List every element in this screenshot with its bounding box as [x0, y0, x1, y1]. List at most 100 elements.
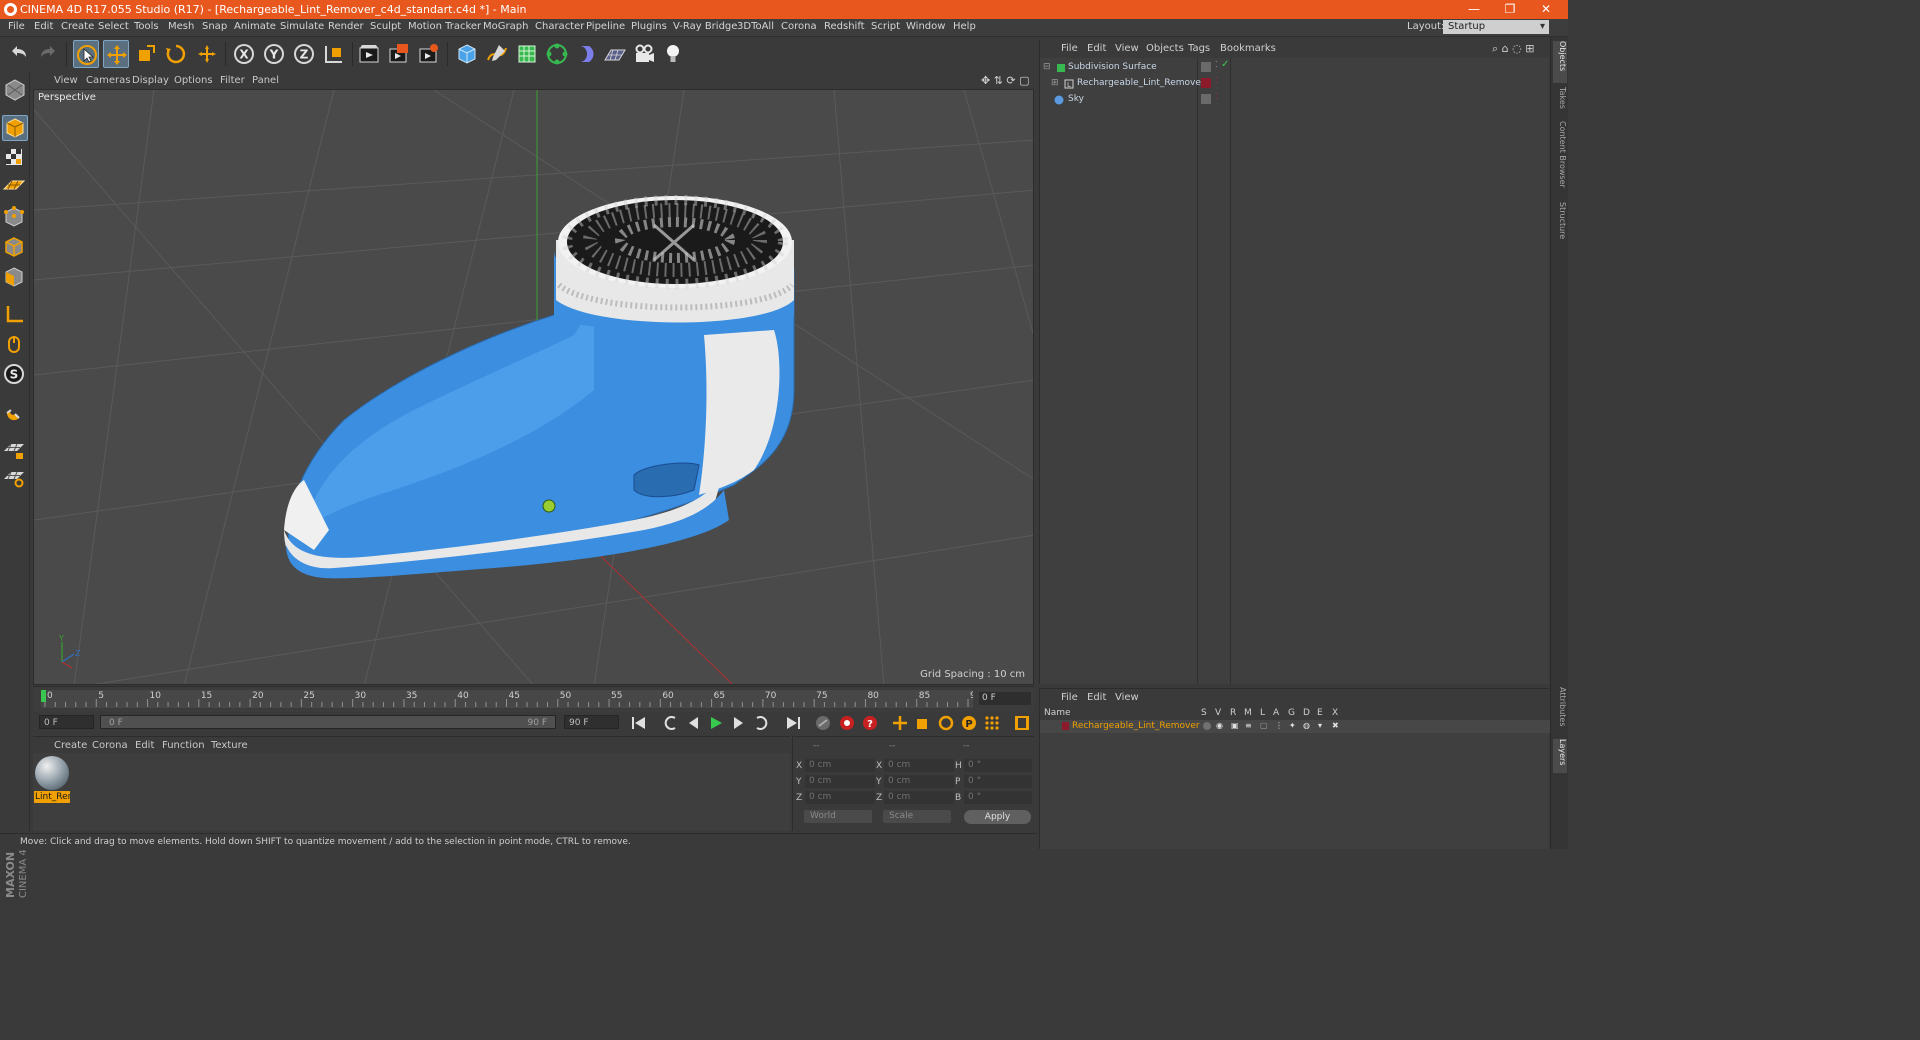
menu-help[interactable]: Help — [953, 21, 976, 32]
y-axis-lock-icon[interactable]: Y — [261, 40, 287, 68]
planar-workplane-icon[interactable] — [2, 465, 28, 491]
layer-name[interactable]: Rechargeable_Lint_Remover — [1072, 721, 1200, 731]
object-menu-view[interactable]: View — [1115, 43, 1139, 54]
tab-structure[interactable]: Structure — [1553, 202, 1567, 244]
material-menu-edit[interactable]: Edit — [135, 740, 154, 751]
rotate-icon[interactable] — [163, 40, 189, 68]
animation-toggle-icon[interactable]: ⋮ — [1275, 721, 1283, 730]
menu-simulate[interactable]: Simulate — [280, 21, 324, 32]
object-row-sky[interactable]: Sky ⁚ — [1040, 92, 1550, 108]
menu-snap[interactable]: Snap — [202, 21, 227, 32]
render-toggle-icon[interactable]: ▣ — [1231, 721, 1239, 730]
size-z-field[interactable]: 0 cm — [884, 791, 954, 804]
viewport-menu-options[interactable]: Options — [174, 75, 213, 86]
menu-window[interactable]: Window — [906, 21, 945, 32]
menu-mograph[interactable]: MoGraph — [483, 21, 528, 32]
tab-layers[interactable]: Layers — [1553, 739, 1567, 773]
go-to-start-icon[interactable] — [629, 714, 649, 732]
layer-menu-file[interactable]: File — [1061, 692, 1078, 703]
menu-select[interactable]: Select — [98, 21, 129, 32]
viewport-menu-cameras[interactable]: Cameras — [86, 75, 130, 86]
point-level-animation-icon[interactable] — [982, 714, 1002, 732]
layer-column-deformers[interactable]: D — [1303, 708, 1310, 718]
menu-script[interactable]: Script — [871, 21, 900, 32]
view-toggle-icon[interactable]: ◉ — [1216, 721, 1223, 730]
object-manager-nav-icons[interactable]: ⌕ ⌂ ◌ ⊞ — [1492, 42, 1534, 56]
camera-icon[interactable] — [631, 40, 657, 68]
autokeying-icon[interactable] — [837, 714, 857, 732]
go-to-end-icon[interactable] — [783, 714, 803, 732]
viewport-menu-display[interactable]: Display — [132, 75, 169, 86]
locked-workplane-icon[interactable] — [2, 437, 28, 463]
manager-toggle-icon[interactable]: ≡ — [1245, 721, 1252, 730]
size-x-field[interactable]: 0 cm — [884, 759, 954, 772]
layer-color-swatch[interactable] — [1062, 722, 1069, 730]
layer-color-swatch[interactable] — [1201, 78, 1211, 88]
menu-edit[interactable]: Edit — [34, 21, 53, 32]
end-frame-field[interactable]: 90 F — [564, 715, 619, 729]
layer-column-solo[interactable]: S — [1201, 708, 1207, 718]
layer-column-name[interactable]: Name — [1044, 708, 1071, 718]
position-key-icon[interactable] — [890, 714, 910, 732]
preview-range-slider[interactable]: 0 F 90 F — [100, 715, 556, 729]
menu-redshift[interactable]: Redshift — [824, 21, 865, 32]
snap-icon[interactable]: S — [2, 362, 28, 388]
pen-spline-icon[interactable] — [484, 40, 510, 68]
material-menu-texture[interactable]: Texture — [211, 740, 248, 751]
layer-column-view[interactable]: V — [1215, 708, 1221, 718]
render-view-icon[interactable] — [356, 40, 382, 68]
layer-row[interactable]: Rechargeable_Lint_Remover ◉ ▣ ≡ ▢ ⋮ ✦ ◍ … — [1040, 720, 1550, 733]
tweak-mode-icon[interactable] — [2, 332, 28, 358]
model-mode-icon[interactable] — [2, 115, 28, 141]
material-preview-swatch[interactable] — [35, 756, 69, 790]
expression-toggle-icon[interactable]: ▾ — [1318, 721, 1322, 730]
collapse-icon[interactable]: ⊟ — [1043, 62, 1051, 72]
minimize-button[interactable]: — — [1456, 0, 1492, 19]
subdivision-surface-icon[interactable] — [514, 40, 540, 68]
rotation-key-icon[interactable] — [936, 714, 956, 732]
viewport-navigation-icons[interactable]: ✥ ⇅ ⟳ ▢ — [981, 74, 1030, 87]
material-name-label[interactable]: Lint_Rer — [34, 791, 70, 803]
z-axis-lock-icon[interactable]: Z — [291, 40, 317, 68]
layer-column-generators[interactable]: G — [1288, 708, 1295, 718]
layer-color-swatch[interactable] — [1201, 94, 1211, 104]
world-coordinates-icon[interactable] — [321, 40, 347, 68]
visibility-dots-icon[interactable]: ⁚ — [1215, 60, 1218, 69]
solo-toggle-icon[interactable] — [1203, 722, 1211, 730]
light-icon[interactable] — [660, 40, 686, 68]
deformer-icon[interactable] — [574, 40, 600, 68]
enabled-checkmark-icon[interactable]: ✓ — [1221, 59, 1229, 70]
position-y-field[interactable]: 0 cm — [805, 775, 875, 788]
layer-color-swatch[interactable] — [1201, 62, 1211, 72]
perspective-viewport[interactable]: Y Z Perspective Grid Spacing : 10 cm — [33, 89, 1034, 685]
material-menu-create[interactable]: Create — [54, 740, 87, 751]
apply-button[interactable]: Apply — [964, 810, 1031, 824]
xref-toggle-icon[interactable]: ✖ — [1332, 721, 1339, 730]
size-y-field[interactable]: 0 cm — [884, 775, 954, 788]
move-icon[interactable] — [103, 40, 129, 68]
menu-mesh[interactable]: Mesh — [168, 21, 194, 32]
polygons-mode-icon[interactable] — [2, 265, 28, 291]
object-row-subdivision-surface[interactable]: ⊟ Subdivision Surface ⁚ ✓ — [1040, 59, 1550, 76]
next-frame-icon[interactable] — [728, 714, 748, 732]
object-row-lint-remover[interactable]: ⊞ L Rechargeable_Lint_Remover ⁚ — [1040, 76, 1550, 92]
keyframe-selection-icon[interactable]: ? — [860, 714, 880, 732]
close-button[interactable]: ✕ — [1528, 0, 1564, 19]
scale-key-icon[interactable] — [913, 714, 933, 732]
edit-render-settings-icon[interactable] — [416, 40, 442, 68]
cube-icon[interactable] — [454, 40, 480, 68]
object-menu-bookmarks[interactable]: Bookmarks — [1220, 43, 1276, 54]
x-axis-lock-icon[interactable]: X — [231, 40, 257, 68]
rotation-p-field[interactable]: 0 ° — [964, 775, 1032, 788]
material-menu-function[interactable]: Function — [162, 740, 205, 751]
position-z-field[interactable]: 0 cm — [805, 791, 875, 804]
next-keyframe-icon[interactable] — [751, 714, 771, 732]
menu-animate[interactable]: Animate — [234, 21, 276, 32]
tab-takes[interactable]: Takes — [1553, 87, 1567, 115]
menu-sculpt[interactable]: Sculpt — [370, 21, 401, 32]
viewport-menu-view[interactable]: View — [54, 75, 78, 86]
viewport-menu-panel[interactable]: Panel — [252, 75, 279, 86]
timeline-window-icon[interactable] — [1012, 714, 1032, 732]
coordinate-system-dropdown[interactable]: World — [804, 810, 872, 823]
undo-icon[interactable] — [6, 40, 32, 68]
